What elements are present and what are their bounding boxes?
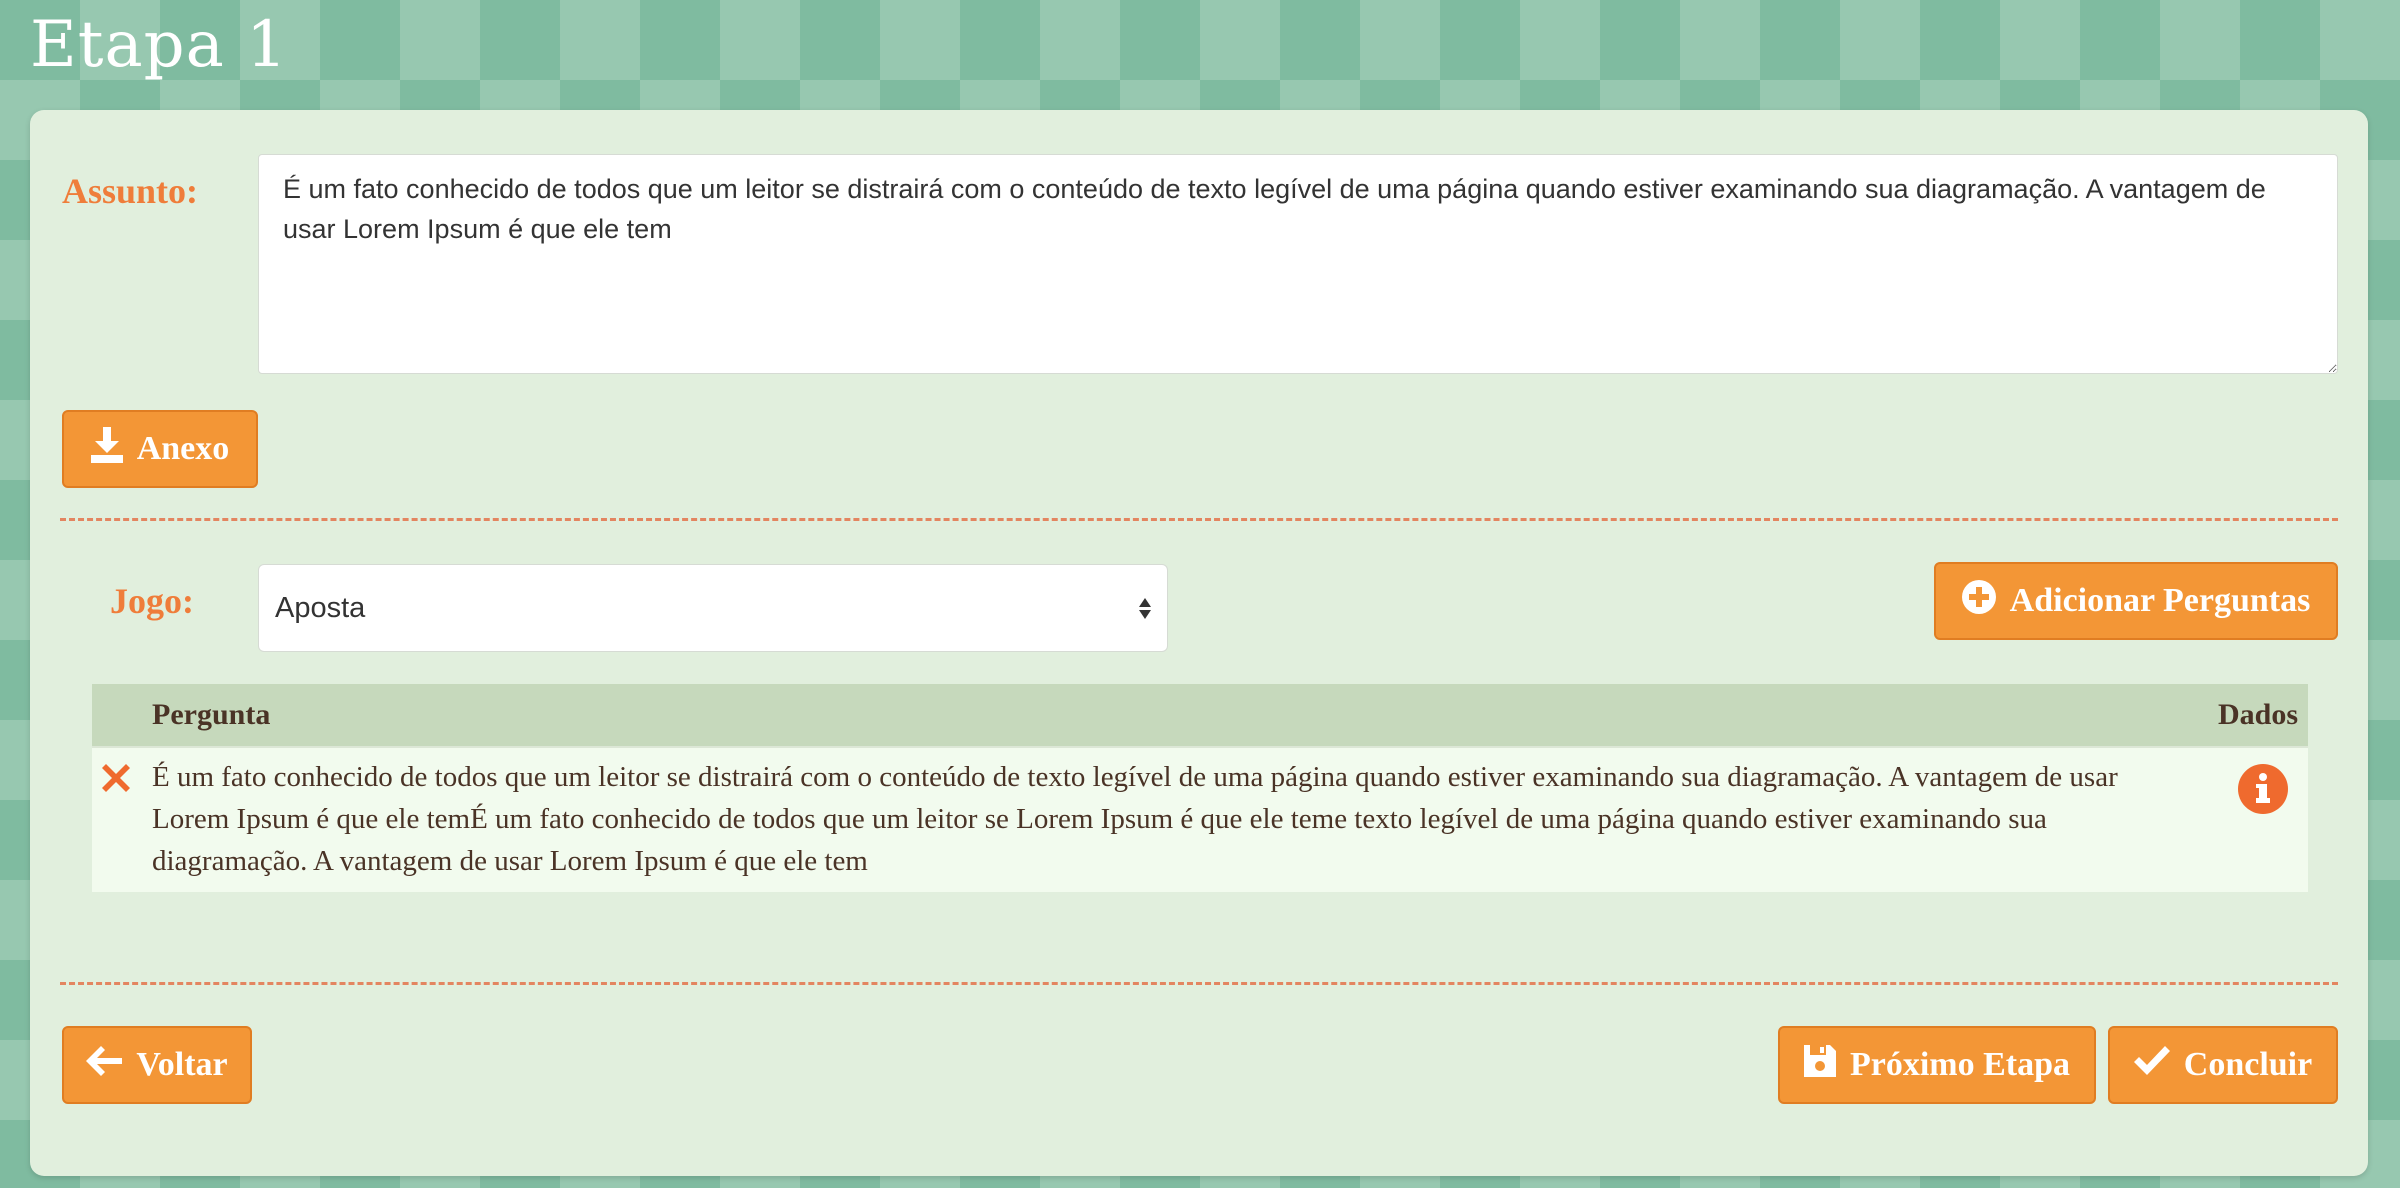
subject-label: Assunto: [62,171,199,211]
game-label: Jogo: [110,581,194,621]
attach-button-label: Anexo [136,430,230,467]
floppy-disk-icon [1803,1044,1836,1086]
finish-button-label: Concluir [2183,1046,2313,1083]
back-button[interactable]: Voltar [62,1026,252,1104]
table-header: Pergunta Dados [92,684,2308,746]
questions-table: Pergunta Dados É um fato conhecido de to… [92,684,2308,892]
close-icon[interactable] [102,764,130,797]
game-select-value: Aposta [275,591,366,624]
plus-circle-icon [1961,579,1996,623]
select-arrows-icon [1139,597,1151,619]
add-questions-button-label: Adicionar Perguntas [2009,582,2311,619]
add-questions-button[interactable]: Adicionar Perguntas [1934,562,2338,640]
check-icon [2133,1045,2170,1085]
page-title: Etapa 1 [30,8,288,82]
table-row: É um fato conhecido de todos que um leit… [92,746,2308,892]
column-header-data: Dados [2217,698,2298,731]
game-select[interactable]: Aposta [258,564,1168,652]
column-header-question: Pergunta [152,698,271,731]
next-step-button-label: Próximo Etapa [1849,1046,2071,1083]
section-divider [60,518,2338,521]
attach-button[interactable]: Anexo [62,410,258,488]
arrow-left-icon [86,1045,123,1085]
download-icon [90,426,123,472]
info-icon[interactable] [2238,764,2288,819]
subject-textarea[interactable]: É um fato conhecido de todos que um leit… [258,154,2338,374]
back-button-label: Voltar [136,1046,228,1083]
step-form-panel: Assunto: É um fato conhecido de todos qu… [30,110,2368,1176]
question-text: É um fato conhecido de todos que um leit… [152,761,2118,877]
footer-divider [60,982,2338,985]
finish-button[interactable]: Concluir [2108,1026,2338,1104]
next-step-button[interactable]: Próximo Etapa [1778,1026,2096,1104]
